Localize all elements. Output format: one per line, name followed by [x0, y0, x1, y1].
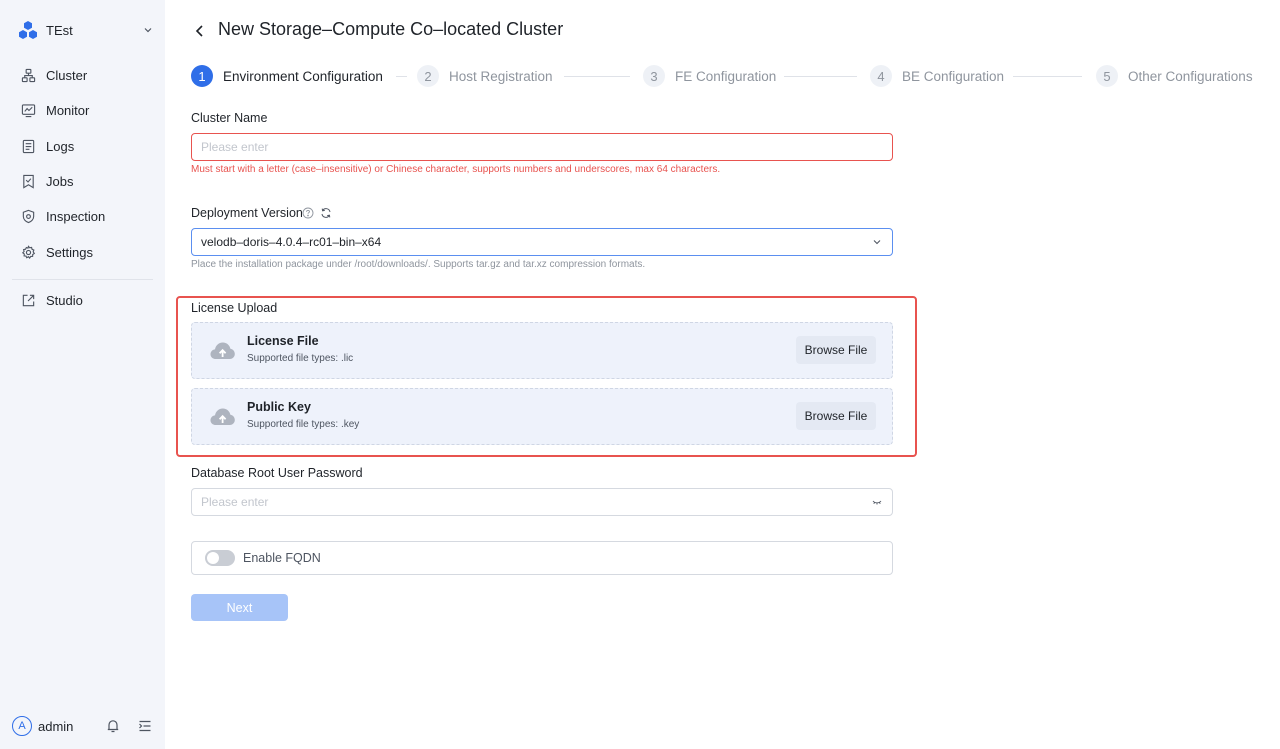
sidebar: TEst Cluster Monitor Logs Jobs Inspectio… [0, 0, 165, 749]
sidebar-item-logs[interactable]: Logs [0, 129, 165, 164]
sidebar-item-label: Jobs [46, 174, 74, 190]
step-label: Host Registration [449, 68, 553, 84]
public-key-upload[interactable]: Public Key Supported file types: .key Br… [191, 388, 893, 445]
step-fe-configuration[interactable]: 3 FE Configuration [643, 64, 776, 88]
cluster-name-error: Must start with a letter (case–insensiti… [191, 164, 721, 175]
cluster-name-label: Cluster Name [191, 111, 268, 125]
sidebar-nav: Cluster Monitor Logs Jobs Inspection Set… [0, 58, 165, 270]
step-be-configuration[interactable]: 4 BE Configuration [870, 64, 1004, 88]
step-environment-configuration[interactable]: 1 Environment Configuration [191, 64, 383, 88]
chevron-down-icon [144, 28, 152, 33]
deployment-version-select[interactable] [191, 228, 893, 256]
step-other-configurations[interactable]: 5 Other Configurations [1096, 64, 1253, 88]
step-connector [396, 76, 407, 77]
sidebar-item-jobs[interactable]: Jobs [0, 164, 165, 199]
license-upload-label: License Upload [191, 301, 278, 315]
deployment-version-help: Place the installation package under /ro… [191, 259, 646, 270]
bell-icon[interactable] [105, 718, 121, 734]
shield-icon [22, 210, 35, 224]
cloud-upload-icon [210, 342, 235, 359]
sidebar-item-label: Studio [46, 293, 83, 309]
fqdn-row: Enable FQDN [191, 541, 893, 575]
root-password-label: Database Root User Password [191, 466, 363, 480]
step-label: Environment Configuration [223, 68, 383, 84]
sidebar-item-label: Logs [46, 138, 75, 154]
eye-closed-icon[interactable] [872, 497, 882, 507]
license-file-upload[interactable]: License File Supported file types: .lic … [191, 322, 893, 379]
sidebar-item-label: Inspection [46, 209, 106, 225]
step-host-registration[interactable]: 2 Host Registration [417, 64, 553, 88]
step-number: 5 [1096, 65, 1118, 87]
root-password-input[interactable] [191, 488, 893, 516]
monitor-icon [21, 104, 36, 118]
browse-license-file-button[interactable]: Browse File [796, 336, 876, 364]
sidebar-item-label: Cluster [46, 68, 88, 84]
sidebar-item-monitor[interactable]: Monitor [0, 93, 165, 128]
license-file-title: License File [247, 334, 319, 348]
step-label: BE Configuration [902, 68, 1005, 84]
step-connector [1013, 76, 1082, 77]
refresh-icon[interactable] [320, 207, 332, 219]
public-key-title: Public Key [247, 400, 311, 414]
cloud-upload-icon [210, 408, 235, 425]
fqdn-toggle[interactable] [205, 550, 235, 566]
cluster-icon [21, 68, 36, 83]
logs-icon [22, 139, 35, 153]
help-circle-icon[interactable] [302, 207, 314, 219]
sidebar-item-label: Settings [46, 244, 93, 260]
sidebar-item-cluster[interactable]: Cluster [0, 58, 165, 93]
cluster-name-input[interactable] [191, 133, 893, 161]
user-bar: A admin [12, 714, 153, 738]
sidebar-item-inspection[interactable]: Inspection [0, 199, 165, 234]
workspace-name: TEst [46, 22, 73, 38]
license-file-types: Supported file types: .lic [247, 353, 354, 364]
step-number: 3 [643, 65, 665, 87]
gear-icon [21, 244, 36, 259]
step-number: 1 [191, 65, 213, 87]
chevron-down-icon [873, 240, 881, 245]
step-label: FE Configuration [675, 68, 777, 84]
workspace-switcher[interactable]: TEst [18, 18, 153, 42]
public-key-types: Supported file types: .key [247, 419, 360, 430]
menu-collapse-icon[interactable] [137, 718, 153, 734]
back-arrow-icon[interactable] [191, 22, 209, 40]
jobs-icon [23, 174, 34, 189]
sidebar-item-studio[interactable]: Studio [0, 283, 165, 318]
next-button[interactable]: Next [191, 594, 288, 621]
step-number: 2 [417, 65, 439, 87]
sidebar-item-settings[interactable]: Settings [0, 234, 165, 269]
external-link-icon [22, 294, 35, 307]
sidebar-divider [12, 279, 153, 280]
fqdn-label: Enable FQDN [243, 551, 321, 565]
user-name[interactable]: admin [38, 719, 89, 734]
step-connector [564, 76, 630, 77]
workspace-logo-icon [19, 21, 37, 39]
step-connector [784, 76, 857, 77]
toggle-knob [207, 552, 219, 564]
step-number: 4 [870, 65, 892, 87]
sidebar-item-label: Monitor [46, 103, 90, 119]
step-label: Other Configurations [1128, 68, 1253, 84]
page-title: New Storage–Compute Co–located Cluster [218, 19, 564, 39]
avatar[interactable]: A [12, 716, 32, 736]
stepper: 1 Environment Configuration 2 Host Regis… [191, 64, 1261, 88]
browse-public-key-button[interactable]: Browse File [796, 402, 876, 430]
deployment-version-label: Deployment Version [191, 206, 303, 220]
